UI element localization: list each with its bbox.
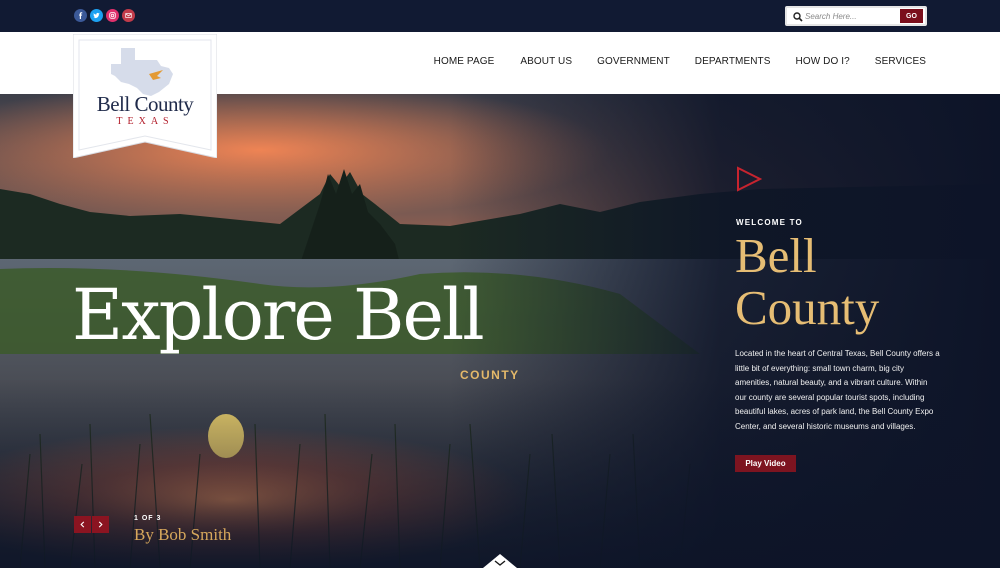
- bell-county-logo[interactable]: Bell County TEXAS: [73, 34, 217, 158]
- logo-name: Bell County: [96, 92, 194, 116]
- social-links: [74, 9, 135, 22]
- nav-about-us[interactable]: ABOUT US: [520, 56, 572, 67]
- logo-state: TEXAS: [116, 116, 174, 127]
- play-triangle-icon[interactable]: [736, 166, 762, 192]
- email-icon[interactable]: [122, 9, 135, 22]
- nav-government[interactable]: GOVERNMENT: [597, 56, 670, 67]
- hero-headline: Explore Bell: [72, 274, 485, 356]
- search-icon: [793, 12, 803, 22]
- nav-services[interactable]: SERVICES: [875, 56, 926, 67]
- twitter-icon[interactable]: [90, 9, 103, 22]
- hero-title: Bell County: [735, 228, 880, 335]
- hero-headline-sub: COUNTY: [460, 368, 520, 382]
- previous-slide-button[interactable]: [74, 516, 91, 533]
- main-nav: HOME PAGE ABOUT US GOVERNMENT DEPARTMENT…: [434, 56, 926, 67]
- search-go-button[interactable]: GO: [900, 9, 923, 23]
- nav-home-page[interactable]: HOME PAGE: [434, 56, 495, 67]
- slider-arrows: [74, 516, 109, 533]
- search-box: GO: [785, 6, 927, 26]
- chevron-left-icon: [80, 521, 85, 528]
- scroll-down-chevron-icon[interactable]: [483, 552, 517, 568]
- nav-departments[interactable]: DEPARTMENTS: [695, 56, 771, 67]
- welcome-label: WELCOME TO: [736, 218, 803, 227]
- nav-how-do-i[interactable]: HOW DO I?: [796, 56, 850, 67]
- instagram-icon[interactable]: [106, 9, 119, 22]
- photo-byline: By Bob Smith: [134, 525, 232, 544]
- facebook-icon[interactable]: [74, 9, 87, 22]
- top-bar: GO: [0, 0, 1000, 32]
- hero-description: Located in the heart of Central Texas, B…: [735, 349, 940, 431]
- chevron-right-icon: [98, 521, 103, 528]
- next-slide-button[interactable]: [92, 516, 109, 533]
- slide-counter: 1 OF 3: [134, 515, 162, 522]
- search-input[interactable]: [805, 9, 897, 24]
- play-video-button[interactable]: Play Video: [735, 455, 796, 472]
